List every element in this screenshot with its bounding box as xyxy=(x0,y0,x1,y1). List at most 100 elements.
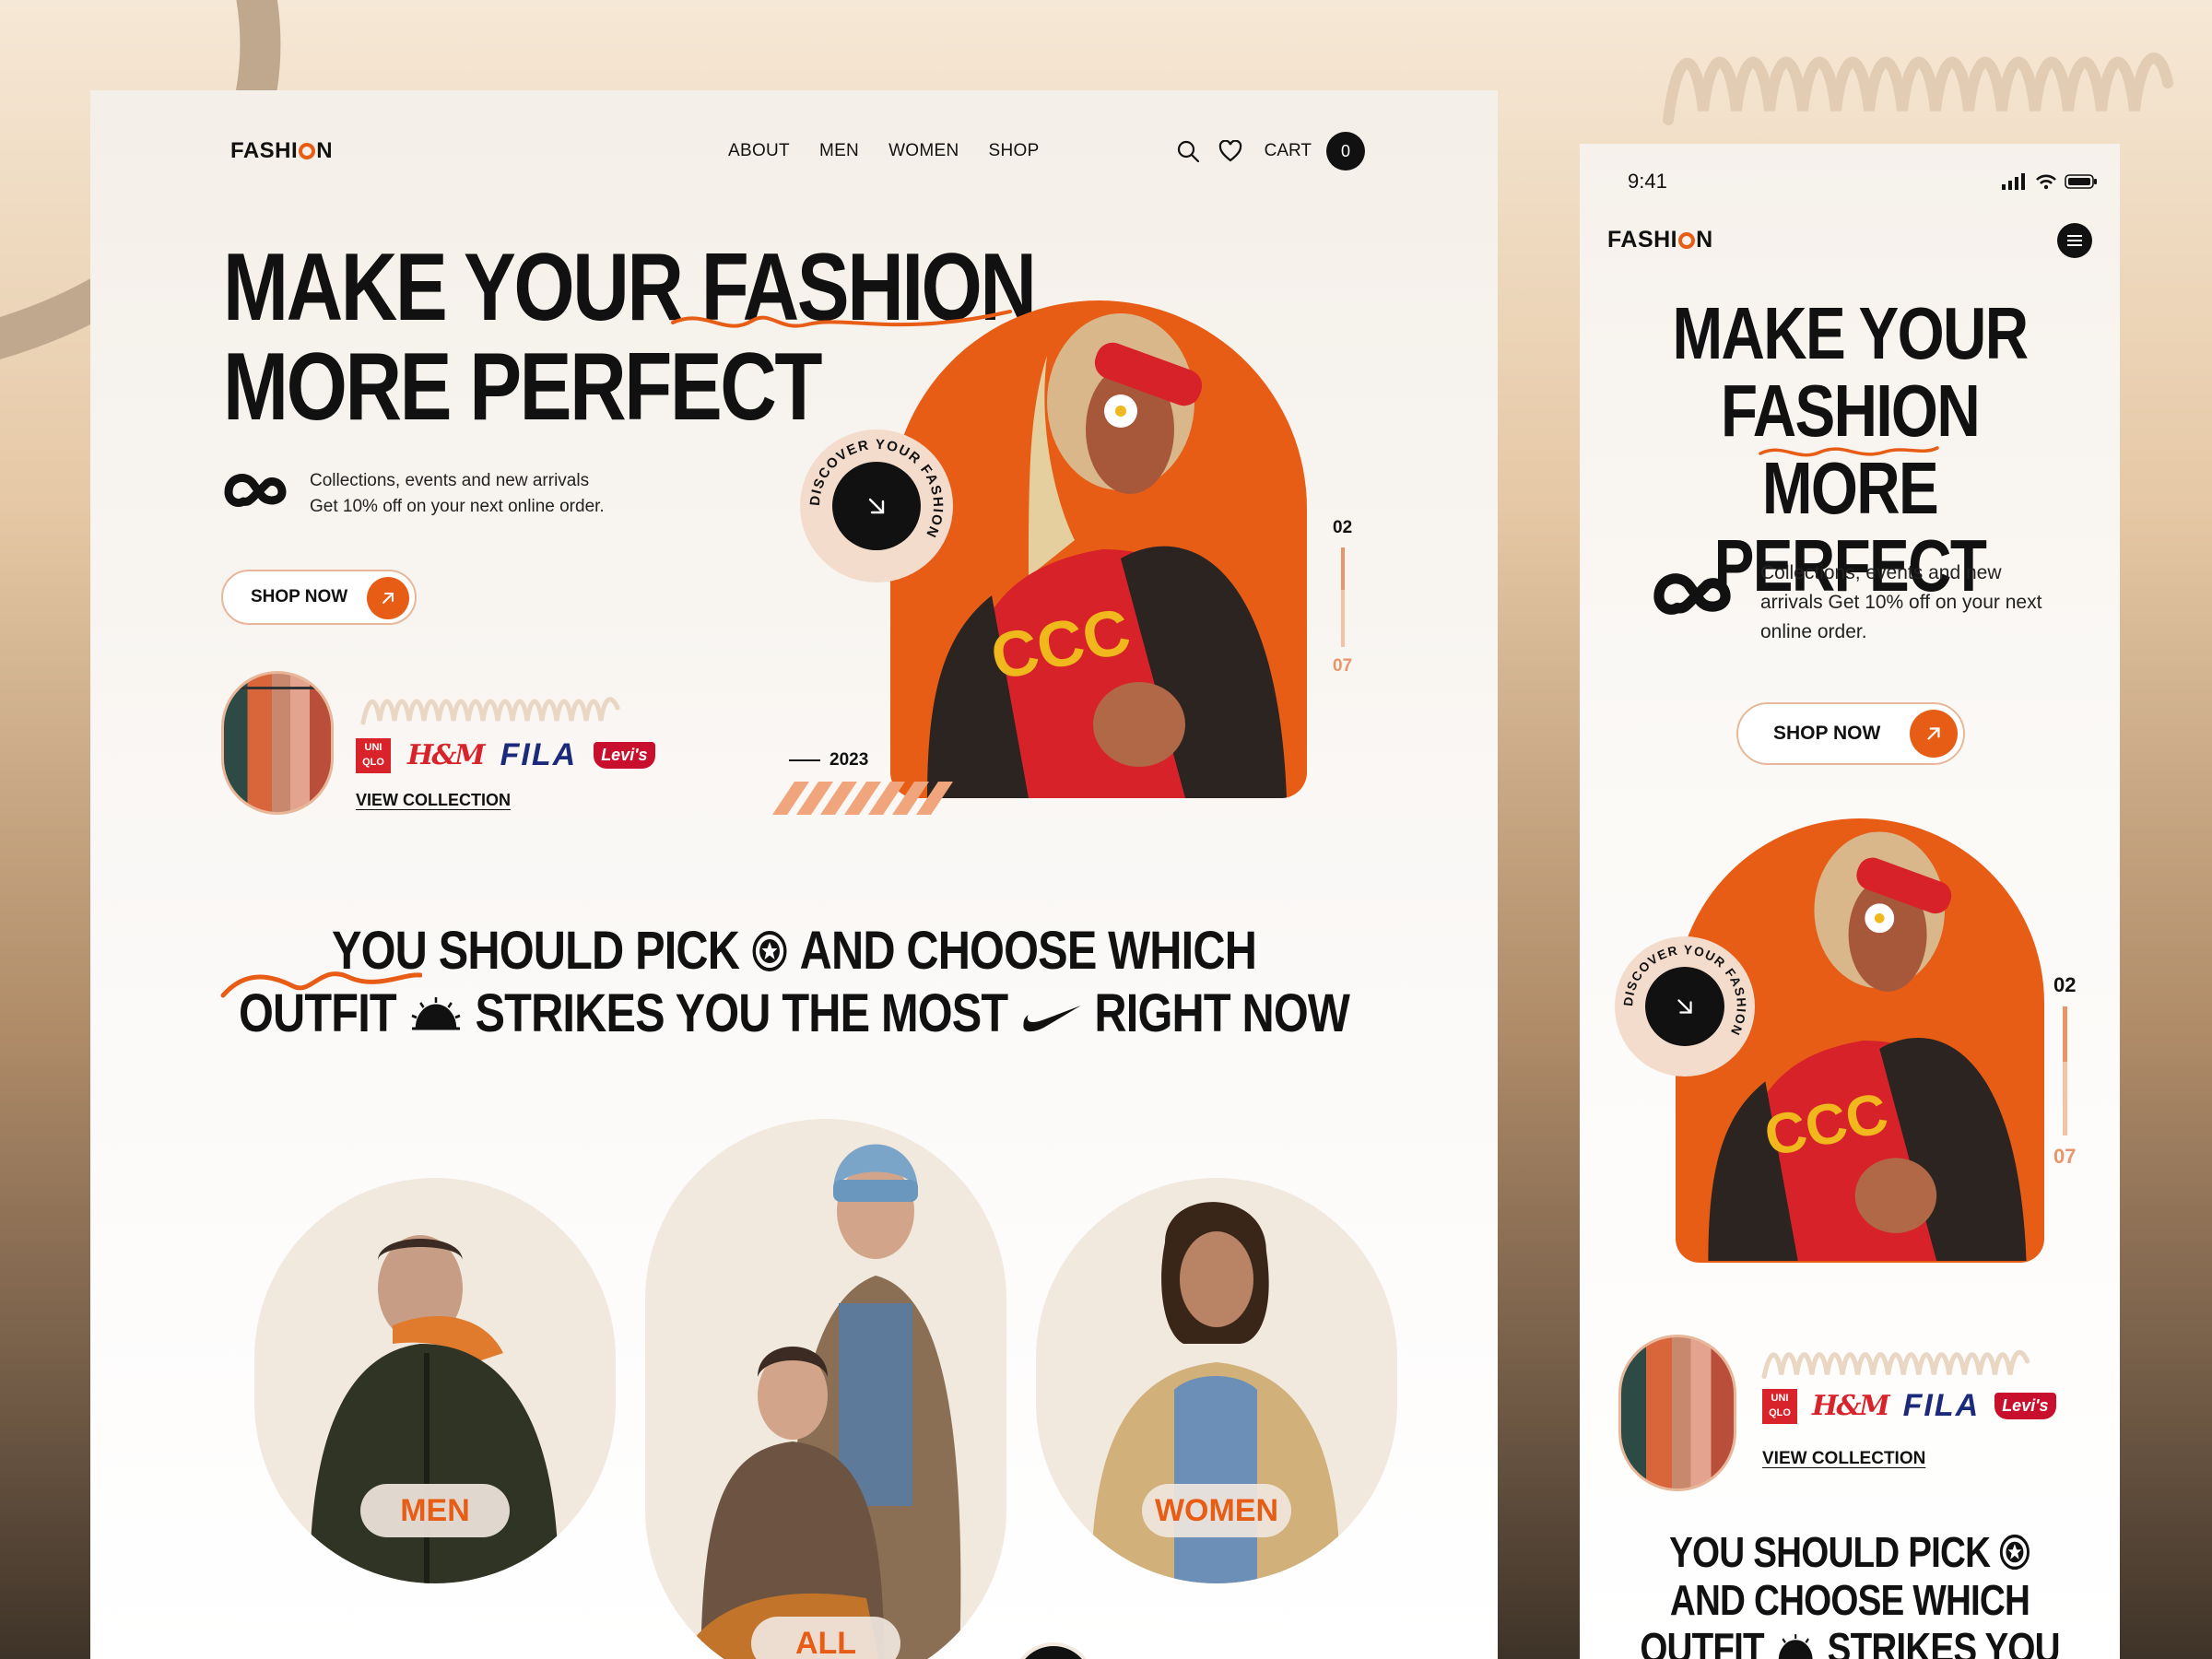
mobile-shop-now-label: SHOP NOW xyxy=(1773,723,1881,744)
mobile-fila-logo[interactable]: FILA xyxy=(1903,1388,1981,1424)
mobile-pick-heading: YOU SHOULD PICK AND CHOOSE WHICH OUTFIT … xyxy=(1580,1528,2120,1659)
all-models-illustration xyxy=(681,1144,961,1659)
svg-text:DISCOVER YOUR FASHION: DISCOVER YOUR FASHION xyxy=(1621,943,1748,1038)
logo-text: FASHI xyxy=(230,138,299,163)
mobile-slide-pager: 02 07 xyxy=(2053,973,2076,1169)
mobile-brand-logos: UNI QLO H&M FILA Levi's xyxy=(1762,1388,2056,1424)
mobile-discover-stamp-button[interactable]: DISCOVER YOUR FASHION xyxy=(1615,936,1755,1077)
uniqlo-logo-top: UNI xyxy=(364,742,382,753)
pager-total: 07 xyxy=(1333,656,1353,676)
mobile-beige-squiggle xyxy=(1761,1349,2030,1380)
category-all-label[interactable]: ALL xyxy=(751,1617,900,1659)
pick-heading: YOU SHOULD PICK AND CHOOSE WHICH OUTFIT … xyxy=(90,920,1498,1045)
mobile-stamp-text: DISCOVER YOUR FASHION xyxy=(1621,943,1747,1038)
top-nav: FASHI N ABOUT MEN WOMEN SHOP CART 0 xyxy=(230,122,1365,181)
pick-row2-b: STRIKES YOU THE MOST xyxy=(475,983,1008,1043)
year-value: 2023 xyxy=(830,750,869,770)
beige-squiggle xyxy=(360,697,620,725)
status-bar: 9:41 xyxy=(1628,170,2098,194)
logo[interactable]: FASHI N xyxy=(230,138,333,164)
mobile-shop-now-button[interactable]: SHOP NOW xyxy=(1736,702,1965,765)
discover-stamp-button[interactable]: DISCOVER YOUR FASHION xyxy=(800,429,953,582)
orange-stripes-decoration xyxy=(772,782,953,815)
levis-logo[interactable]: Levi's xyxy=(594,742,655,769)
uniqlo-logo-bottom: QLO xyxy=(362,757,384,768)
slide-pager: 02 07 xyxy=(1333,518,1352,677)
mobile-discover-stamp-ring: DISCOVER YOUR FASHION xyxy=(1621,943,1748,1038)
category-all-arrow-button[interactable] xyxy=(1012,1642,1095,1659)
pick-row2-c: RIGHT NOW xyxy=(1094,983,1350,1043)
shop-now-label: SHOP NOW xyxy=(251,587,348,606)
mobile-frame: 9:41 FASHI N MAKE YOUR FASHION MORE PERF… xyxy=(1580,144,2120,1659)
mobile-levis-logo[interactable]: Levi's xyxy=(1994,1393,2056,1419)
star-badge-icon xyxy=(752,931,787,971)
status-icons xyxy=(2002,173,2098,190)
mobile-uniqlo-logo-top: UNI xyxy=(1771,1393,1789,1404)
desktop-frame: FASHI N ABOUT MEN WOMEN SHOP CART 0 MAKE… xyxy=(90,90,1498,1659)
search-icon[interactable] xyxy=(1174,137,1202,165)
brand-logos: UNI QLO H&M FILA Levi's xyxy=(356,737,655,773)
logo-o-mark xyxy=(299,143,316,159)
category-women-label[interactable]: WOMEN xyxy=(1142,1484,1291,1537)
nav-link-men[interactable]: MEN xyxy=(819,141,859,161)
mobile-logo[interactable]: FASHI N xyxy=(1607,227,1713,253)
mobile-logo-text: FASHI xyxy=(1607,227,1678,253)
sunrise-icon xyxy=(1778,1634,1813,1659)
pager-current: 02 xyxy=(1333,518,1353,537)
nav-link-women[interactable]: WOMEN xyxy=(888,141,959,161)
discover-stamp-ring: DISCOVER YOUR FASHION xyxy=(807,437,946,541)
hero-subtitle-line1: Collections, events and new arrivals xyxy=(310,471,590,490)
category-card-women[interactable]: WOMEN xyxy=(1036,1178,1397,1583)
sunrise-icon xyxy=(411,997,461,1030)
mobile-pager-total: 07 xyxy=(2053,1145,2077,1168)
mobile-orange-underline-scribble xyxy=(1759,446,1939,457)
mobile-collection-thumbnail[interactable] xyxy=(1618,1335,1736,1491)
mobile-pager-current: 02 xyxy=(2053,973,2077,996)
wifi-icon xyxy=(2036,174,2056,190)
logo-text-tail: N xyxy=(316,138,334,163)
arrow-up-right-icon xyxy=(367,577,409,619)
heart-icon[interactable] xyxy=(1217,137,1244,165)
hero-subtitle-line2: Get 10% off on your next online order. xyxy=(310,497,605,516)
svg-text:DISCOVER YOUR FASHION: DISCOVER YOUR FASHION xyxy=(807,437,946,541)
cart-count-badge[interactable]: 0 xyxy=(1326,132,1365,171)
pick-row1-b: AND CHOOSE WHICH xyxy=(799,921,1257,981)
mobile-pick-row2: AND CHOOSE WHICH xyxy=(1669,1576,2030,1624)
mobile-logo-text-tail: N xyxy=(1696,227,1713,253)
hamburger-menu-icon[interactable] xyxy=(2057,223,2092,258)
category-men-label[interactable]: MEN xyxy=(360,1484,510,1537)
arrow-up-right-icon xyxy=(1910,710,1958,758)
mobile-knot-logo-icon xyxy=(1653,573,1731,615)
pager-progress[interactable] xyxy=(1340,547,1345,647)
knot-logo-icon xyxy=(224,474,287,508)
pick-row1-a: YOU SHOULD PICK xyxy=(331,921,740,981)
stamp-text: DISCOVER YOUR FASHION xyxy=(807,437,945,541)
orange-underline-scribble xyxy=(671,310,1012,328)
nike-logo-icon xyxy=(1022,1006,1081,1032)
mobile-title-line1: MAKE YOUR xyxy=(1672,292,2030,374)
mobile-pager-progress[interactable] xyxy=(2062,1006,2067,1135)
collection-thumbnail[interactable] xyxy=(221,671,334,815)
star-badge-icon xyxy=(2000,1534,2030,1571)
mobile-pick-row3-a: OUTFIT xyxy=(1640,1624,1764,1659)
nav-actions: CART 0 xyxy=(1174,132,1365,171)
shop-now-button[interactable]: SHOP NOW xyxy=(221,570,417,625)
cart-link[interactable]: CART xyxy=(1265,141,1312,161)
nav-link-about[interactable]: ABOUT xyxy=(728,141,790,161)
mobile-view-collection-link[interactable]: VIEW COLLECTION xyxy=(1762,1449,1925,1469)
nav-link-shop[interactable]: SHOP xyxy=(989,141,1040,161)
nav-links: ABOUT MEN WOMEN SHOP xyxy=(728,141,1040,161)
view-collection-link[interactable]: VIEW COLLECTION xyxy=(356,791,511,810)
hm-logo[interactable]: H&M xyxy=(407,739,486,771)
background-squiggle xyxy=(1663,53,2173,125)
mobile-pick-row1: YOU SHOULD PICK xyxy=(1669,1528,1991,1576)
category-card-men[interactable]: MEN xyxy=(254,1178,616,1583)
category-card-all[interactable]: ALL xyxy=(645,1119,1006,1659)
fila-logo[interactable]: FILA xyxy=(500,737,578,773)
signal-icon xyxy=(2002,173,2025,190)
year-label: 2023 xyxy=(789,750,868,771)
mobile-uniqlo-logo[interactable]: UNI QLO xyxy=(1762,1388,1797,1424)
mobile-hero-subtitle: Collections, events and new arrivals Get… xyxy=(1760,562,2042,642)
mobile-hm-logo[interactable]: H&M xyxy=(1812,1390,1890,1422)
uniqlo-logo[interactable]: UNI QLO xyxy=(356,737,391,773)
